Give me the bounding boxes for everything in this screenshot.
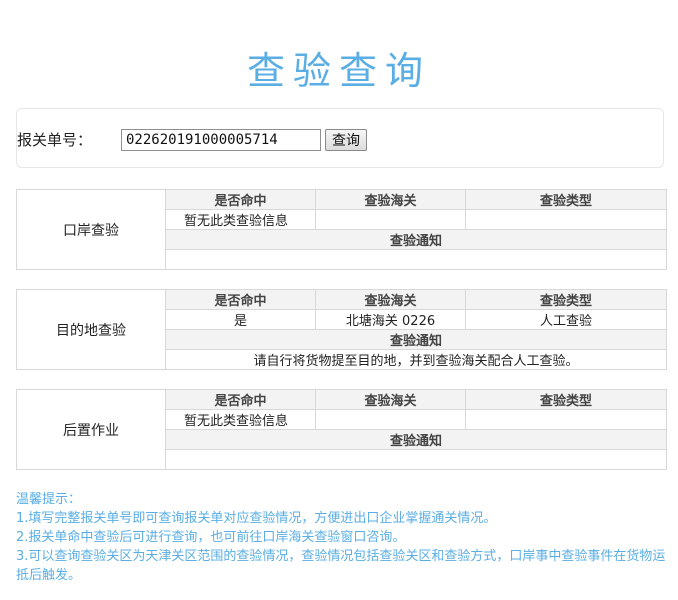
column-header-hit: 是否命中 [165, 289, 316, 310]
type-value: 人工查验 [465, 309, 667, 330]
search-panel: 报关单号： 查询 [16, 108, 664, 168]
notice-value [165, 249, 667, 270]
type-value [465, 409, 667, 430]
column-header-customs: 查验海关 [315, 389, 466, 410]
hit-value: 暂无此类查验信息 [165, 409, 316, 430]
query-button[interactable]: 查询 [325, 129, 367, 151]
column-header-type: 查验类型 [465, 289, 667, 310]
section-label: 目的地查验 [16, 289, 166, 370]
tips-title: 温馨提示： [16, 492, 82, 507]
hit-value: 是 [165, 309, 316, 330]
tip-item: 3.可以查询查验关区为天津关区范围的查验情况，查验情况包括查验关区和查验方式，口… [16, 549, 666, 583]
notice-header: 查验通知 [165, 229, 667, 250]
declaration-number-input[interactable] [121, 129, 321, 151]
column-header-customs: 查验海关 [315, 289, 466, 310]
port-inspection-table: 口岸查验 是否命中 查验海关 查验类型 暂无此类查验信息 查验通知 [16, 189, 667, 270]
section-label: 口岸查验 [16, 189, 166, 270]
tip-item: 1.填写完整报关单号即可查询报关单对应查验情况，方便进出口企业掌握通关情况。 [16, 511, 497, 526]
notice-header: 查验通知 [165, 329, 667, 350]
declaration-number-label: 报关单号： [17, 131, 93, 149]
section-label: 后置作业 [16, 389, 166, 470]
notice-value: 请自行将货物提至目的地，并到查验海关配合人工查验。 [165, 349, 667, 370]
column-header-type: 查验类型 [465, 189, 667, 210]
hit-value: 暂无此类查验信息 [165, 209, 316, 230]
tip-item: 2.报关单命中查验后可进行查询，也可前往口岸海关查验窗口咨询。 [16, 530, 406, 545]
customs-value [315, 409, 466, 430]
notice-value [165, 449, 667, 470]
type-value [465, 209, 667, 230]
customs-value: 北塘海关 0226 [315, 309, 466, 330]
column-header-hit: 是否命中 [165, 189, 316, 210]
tips-block: 温馨提示： 1.填写完整报关单号即可查询报关单对应查验情况，方便进出口企业掌握通… [16, 490, 666, 585]
destination-inspection-table: 目的地查验 是否命中 查验海关 查验类型 是 北塘海关 0226 人工查验 查验… [16, 289, 667, 370]
notice-header: 查验通知 [165, 429, 667, 450]
customs-value [315, 209, 466, 230]
column-header-hit: 是否命中 [165, 389, 316, 410]
post-operation-table: 后置作业 是否命中 查验海关 查验类型 暂无此类查验信息 查验通知 [16, 389, 667, 470]
column-header-type: 查验类型 [465, 389, 667, 410]
page-title: 查验查询 [246, 49, 431, 93]
column-header-customs: 查验海关 [315, 189, 466, 210]
